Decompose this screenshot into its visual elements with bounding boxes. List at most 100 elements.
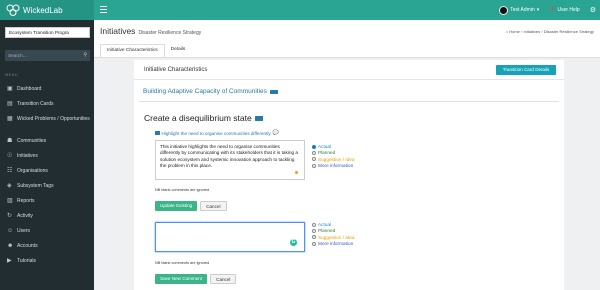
radio-more-information[interactable]: More information	[312, 163, 355, 168]
sidebar-item-label: Reports	[17, 198, 35, 204]
radio-icon[interactable]	[312, 157, 316, 162]
new-status-radio-group: Actual Planned Suggestion / Idea More in…	[312, 222, 355, 246]
tags-icon: ◈	[7, 183, 12, 189]
card-header: Initiative Characteristics Transition Ca…	[134, 60, 564, 80]
users-icon: ☺	[7, 228, 14, 234]
tab-bar: Initiative Characteristics Details	[100, 44, 191, 58]
radio-more-information[interactable]: More information	[312, 241, 355, 246]
existing-comment-text: This initiative highlights the need to o…	[160, 144, 298, 169]
sidebar-item-transition-cards[interactable]: ▤ Transition Cards	[0, 101, 94, 116]
radio-label: Actual	[318, 144, 332, 149]
sidebar-item-wicked-problems[interactable]: ▦ Wicked Problems / Opportunities	[0, 116, 94, 138]
sidebar-item-label: Communities	[17, 138, 47, 144]
gear-icon[interactable]: ⚙	[590, 6, 596, 14]
edit-actions: Update Existing Cancel	[155, 201, 227, 211]
sidebar-item-label: Transition Cards	[17, 101, 54, 107]
radio-label: More information	[318, 241, 354, 247]
page-header: Initiatives Disaster Resilience Strategy …	[94, 20, 600, 58]
page-title: Initiatives Disaster Resilience Strategy	[100, 26, 201, 36]
search-input[interactable]: Search... ⚲	[5, 50, 90, 61]
heading-tag-icon[interactable]	[254, 115, 263, 121]
grammar-indicator-icon[interactable]	[295, 171, 298, 174]
checkbox-checked-icon[interactable]	[155, 130, 160, 136]
user-help-link[interactable]: ❓ User Help	[549, 7, 579, 13]
sidebar-item-communities[interactable]: ☗ Communities	[0, 138, 94, 153]
existing-comment-textarea[interactable]: This initiative highlights the need to o…	[155, 140, 305, 180]
brand[interactable]: WickedLab	[0, 0, 94, 20]
breadcrumb-separator: ›	[541, 29, 543, 34]
communities-icon: ☗	[7, 138, 13, 144]
checkbox-label: Highlight the need to organise communiti…	[161, 130, 271, 136]
radio-suggestion[interactable]: Suggestion / Idea	[312, 235, 355, 240]
highlight-checkbox-row[interactable]: Highlight the need to organise communiti…	[155, 130, 279, 136]
top-bar: WickedLab Test Admin ▾ ❓ User Help ⚙	[0, 0, 600, 20]
breadcrumb-home[interactable]: Home	[509, 29, 520, 34]
activity-icon: ↻	[7, 213, 13, 219]
sidebar-item-label: Activity	[17, 213, 33, 219]
radio-label: Suggestion / Idea	[318, 234, 355, 240]
sidebar-menu: ▣ Dashboard ▤ Transition Cards ▦ Wicked Pro…	[0, 86, 94, 273]
page-subtitle: Disaster Resilience Strategy	[138, 30, 202, 36]
card-title: Initiative Characteristics	[144, 67, 208, 73]
problems-icon: ▦	[7, 116, 13, 122]
menu-header: MENU	[5, 72, 18, 77]
user-name: Test Admin	[510, 7, 535, 13]
radio-icon[interactable]	[312, 222, 316, 227]
menu-toggle-icon[interactable]	[100, 6, 107, 13]
sidebar-item-reports[interactable]: ▥ Reports	[0, 198, 94, 213]
user-menu[interactable]: Test Admin ▾	[499, 5, 540, 15]
save-new-comment-button[interactable]: Save New Comment	[155, 274, 208, 284]
cancel-button[interactable]: Cancel	[200, 201, 227, 211]
reports-icon: ▥	[7, 198, 13, 204]
sidebar-item-initiatives[interactable]: ☉ Initiatives	[0, 153, 94, 168]
search-icon[interactable]: ⚲	[83, 52, 87, 58]
sidebar-item-activity[interactable]: ↻ Activity	[0, 213, 94, 228]
sidebar-item-label: Users	[17, 228, 31, 234]
context-select[interactable]: Ecosystem Transition Progra	[5, 27, 90, 38]
sidebar-item-users[interactable]: ☺ Users	[0, 228, 94, 243]
new-comment-textarea[interactable]: G	[155, 222, 305, 252]
section-tag-icon[interactable]	[269, 89, 278, 94]
breadcrumb: ⌂ Home › Initiatives › Disaster Resilien…	[506, 29, 594, 34]
new-comment-actions: Save New Comment Cancel	[155, 274, 237, 284]
blank-comment-note: NB blank comments are ignored	[155, 188, 210, 192]
tab-details[interactable]: Details	[165, 44, 192, 58]
radio-icon[interactable]	[312, 235, 316, 240]
update-existing-button[interactable]: Update Existing	[155, 201, 198, 211]
radio-actual[interactable]: Actual	[312, 222, 355, 227]
caret-down-icon: ▾	[536, 7, 540, 13]
section-title-text: Building Adaptive Capacity of Communitie…	[143, 88, 267, 95]
sidebar-item-label: Tutorials	[17, 258, 36, 264]
sidebar-item-subsystem-tags[interactable]: ◈ Subsystem Tags	[0, 183, 94, 198]
topbar-right: Test Admin ▾ ❓ User Help ⚙	[499, 0, 596, 20]
characteristic-heading: Create a disequilibrium state	[144, 113, 263, 123]
tab-initiative-characteristics[interactable]: Initiative Characteristics	[100, 44, 165, 58]
comment-icon[interactable]: 💬	[273, 130, 279, 136]
avatar	[499, 5, 509, 15]
sidebar-item-label: Wicked Problems / Opportunities	[17, 116, 90, 122]
sidebar-item-organisations[interactable]: ☷ Organisations	[0, 168, 94, 183]
initiatives-icon: ☉	[7, 153, 13, 159]
breadcrumb-initiatives[interactable]: Initiatives	[523, 29, 540, 34]
context-select-value: Ecosystem Transition Progra	[9, 30, 69, 35]
radio-selected-icon[interactable]	[312, 144, 316, 149]
sidebar-item-accounts[interactable]: ☻ Accounts	[0, 243, 94, 258]
radio-planned[interactable]: Planned	[312, 150, 355, 155]
radio-icon[interactable]	[312, 228, 316, 233]
accounts-icon: ☻	[7, 243, 14, 249]
sidebar-item-label: Accounts	[17, 243, 38, 249]
sidebar-item-label: Subsystem Tags	[17, 183, 54, 189]
radio-icon[interactable]	[312, 163, 316, 168]
transition-card-details-button[interactable]: Transition Card Details	[496, 65, 556, 75]
characteristics-card: Initiative Characteristics Transition Ca…	[134, 60, 564, 290]
sidebar-item-dashboard[interactable]: ▣ Dashboard	[0, 86, 94, 101]
cancel-button[interactable]: Cancel	[210, 274, 237, 284]
organisations-icon: ☷	[7, 168, 13, 174]
sidebar-item-tutorials[interactable]: ▶ Tutorials	[0, 258, 94, 273]
radio-icon[interactable]	[312, 241, 316, 246]
radio-planned[interactable]: Planned	[312, 228, 355, 233]
grammarly-icon[interactable]: G	[290, 239, 297, 246]
radio-icon[interactable]	[312, 150, 316, 155]
radio-actual[interactable]: Actual	[312, 144, 355, 149]
radio-suggestion[interactable]: Suggestion / Idea	[312, 157, 355, 162]
